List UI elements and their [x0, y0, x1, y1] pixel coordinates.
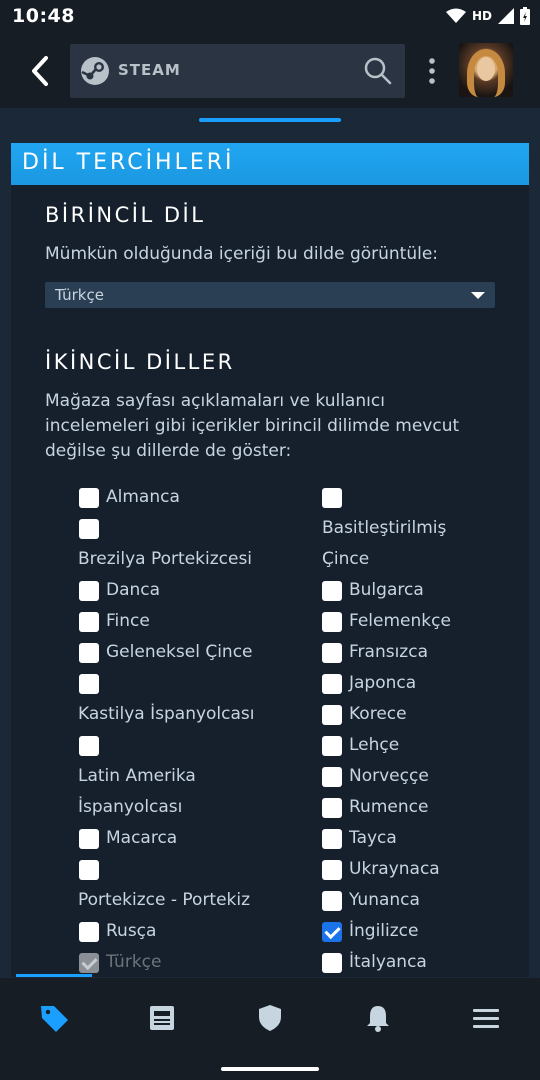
menu-icon[interactable] — [470, 1002, 502, 1034]
language-label: İspanyolcası — [78, 797, 183, 817]
language-label: Kastilya İspanyolcası — [78, 704, 255, 724]
language-label: Danca — [106, 580, 161, 600]
language-checkbox — [79, 953, 99, 973]
home-indicator — [221, 1067, 319, 1071]
status-time: 10:48 — [12, 5, 75, 27]
language-checkbox[interactable] — [79, 643, 99, 663]
network-type-label: HD — [471, 9, 492, 23]
language-checkbox[interactable] — [322, 767, 342, 787]
description-line: değilse şu dillerde de göster: — [45, 441, 292, 461]
description-line: incelemeleri gibi içerikler birincil dil… — [45, 416, 460, 436]
bell-icon[interactable] — [362, 1002, 394, 1034]
steam-search-bar[interactable]: STEAM — [70, 44, 405, 98]
steam-wordmark: STEAM — [118, 61, 181, 79]
language-label: Norveççe — [349, 766, 429, 786]
search-icon[interactable] — [363, 56, 393, 86]
language-label: Tayca — [349, 828, 397, 848]
section-title: DİL TERCİHLERİ — [22, 150, 235, 175]
tab-indicator — [199, 118, 341, 122]
language-checkbox[interactable] — [322, 643, 342, 663]
back-arrow-icon[interactable] — [24, 52, 58, 90]
battery-icon — [520, 7, 530, 25]
language-label: Latin Amerika — [78, 766, 196, 786]
more-vert-icon[interactable] — [424, 56, 440, 86]
language-checkbox[interactable] — [79, 829, 99, 849]
language-checkbox[interactable] — [79, 612, 99, 632]
language-label: Çince — [322, 549, 370, 569]
language-checkbox[interactable] — [79, 736, 99, 756]
secondary-languages-heading: İKİNCİL DİLLER — [45, 350, 235, 374]
store-tag-icon[interactable] — [38, 1002, 70, 1034]
language-checkbox[interactable] — [322, 705, 342, 725]
primary-language-heading: BİRİNCİL DİL — [45, 203, 206, 227]
language-label: Geleneksel Çince — [106, 642, 253, 662]
language-checkbox[interactable] — [322, 891, 342, 911]
language-label: Macarca — [106, 828, 178, 848]
language-checkbox[interactable] — [79, 860, 99, 880]
language-label: Lehçe — [349, 735, 400, 755]
language-label: Ukraynaca — [349, 859, 440, 879]
primary-language-select[interactable]: Türkçe — [45, 282, 495, 308]
language-checkbox[interactable] — [322, 488, 342, 508]
language-checkbox[interactable] — [322, 612, 342, 632]
top-app-bar: STEAM — [0, 34, 540, 108]
language-label: Fransızca — [349, 642, 428, 662]
language-preferences-panel: DİL TERCİHLERİ BİRİNCİL DİL Mümkün olduğ… — [11, 143, 529, 977]
language-checkbox[interactable] — [322, 922, 342, 942]
language-label: Almanca — [106, 487, 180, 507]
description-line: Mağaza sayfası açıklamaları ve kullanıcı — [45, 391, 385, 411]
language-checkbox[interactable] — [322, 829, 342, 849]
language-checkbox[interactable] — [322, 860, 342, 880]
news-icon[interactable] — [146, 1002, 178, 1034]
language-label: Rusça — [106, 921, 157, 941]
language-label: Rumence — [349, 797, 429, 817]
language-checkbox[interactable] — [322, 953, 342, 973]
language-label: Portekizce - Portekiz — [78, 890, 251, 910]
language-checkbox[interactable] — [322, 581, 342, 601]
steam-logo-icon — [81, 57, 109, 85]
signal-icon — [498, 8, 514, 24]
wifi-icon — [445, 8, 466, 23]
scroll-marker — [16, 974, 92, 977]
language-label: Yunanca — [349, 890, 420, 910]
language-checkbox[interactable] — [79, 674, 99, 694]
section-header: DİL TERCİHLERİ — [11, 143, 529, 185]
primary-language-description: Mümkün olduğunda içeriği bu dilde görünt… — [45, 244, 439, 264]
status-icons: HD — [445, 7, 530, 25]
language-checkbox[interactable] — [322, 798, 342, 818]
bottom-navigation — [0, 978, 540, 1080]
secondary-languages-description: Mağaza sayfası açıklamaları ve kullanıcı… — [45, 389, 459, 464]
language-label: Korece — [349, 704, 407, 724]
language-checkbox[interactable] — [79, 488, 99, 508]
language-label: Fince — [106, 611, 150, 631]
chevron-down-icon — [471, 292, 485, 299]
language-label: Japonca — [349, 673, 417, 693]
primary-language-value: Türkçe — [55, 286, 104, 304]
language-checkbox[interactable] — [322, 674, 342, 694]
language-label: İtalyanca — [349, 952, 427, 972]
status-bar: 10:48 HD — [0, 0, 540, 34]
avatar-face — [477, 57, 495, 81]
language-checkbox[interactable] — [79, 581, 99, 601]
language-label: İngilizce — [349, 921, 419, 941]
language-checkbox[interactable] — [79, 519, 99, 539]
language-label: Basitleştirilmiş — [322, 518, 447, 538]
language-checkbox[interactable] — [79, 922, 99, 942]
language-checkbox[interactable] — [322, 736, 342, 756]
user-avatar[interactable] — [459, 43, 513, 97]
language-label: Bulgarca — [349, 580, 424, 600]
language-label: Brezilya Portekizcesi — [78, 549, 253, 569]
language-label: Türkçe — [106, 952, 162, 972]
shield-icon[interactable] — [254, 1002, 286, 1034]
language-label: Felemenkçe — [349, 611, 451, 631]
